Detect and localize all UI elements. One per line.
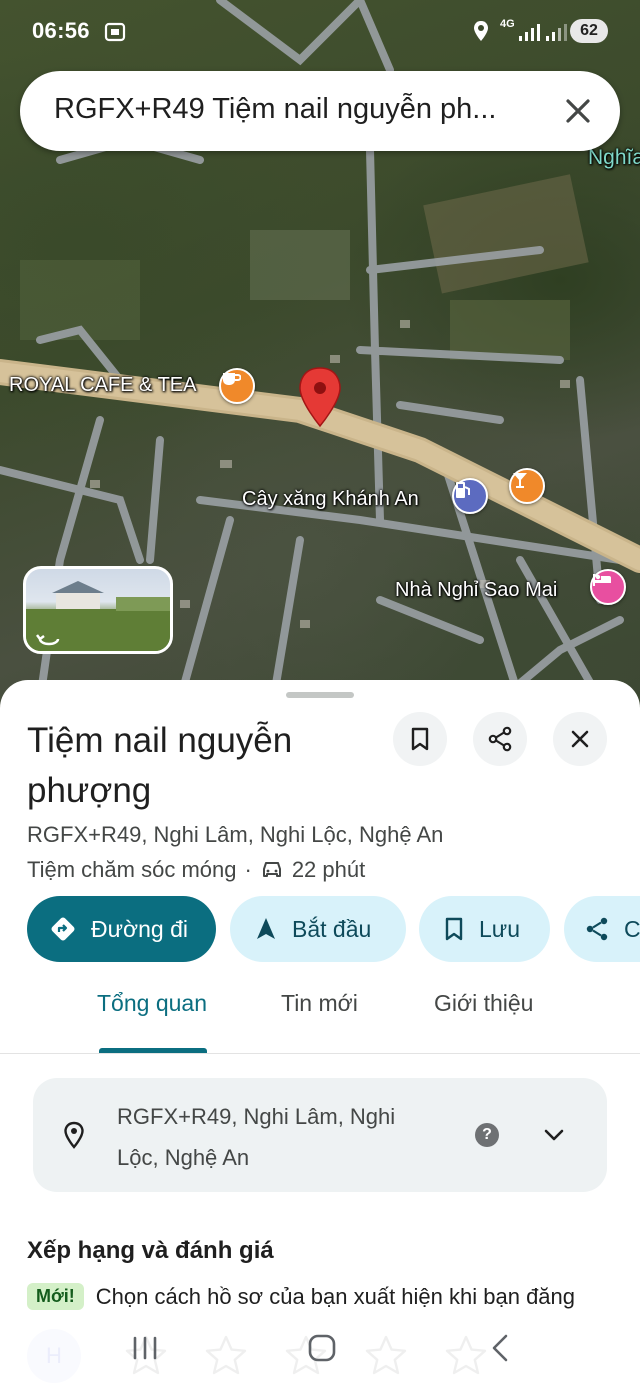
close-icon[interactable] — [560, 93, 596, 129]
screenshot-icon — [104, 22, 126, 42]
recent-apps-icon[interactable] — [125, 1328, 165, 1368]
share-button[interactable]: C — [564, 896, 640, 962]
search-query[interactable]: RGFX+R49 Tiệm nail nguyễn ph... — [54, 93, 554, 126]
status-bar: 06:56 4G 62 — [0, 0, 640, 62]
directions-button[interactable]: Đường đi — [27, 896, 216, 962]
directions-label: Đường đi — [91, 915, 188, 942]
bar-icon[interactable] — [509, 468, 545, 504]
place-title: Tiệm nail nguyễn phượng — [27, 721, 293, 810]
close-icon — [571, 730, 589, 748]
hotel-icon[interactable] — [590, 569, 626, 605]
battery-level: 62 — [580, 22, 598, 39]
ratings-heading: Xếp hạng và đánh giá — [27, 1237, 274, 1264]
place-category: Tiệm chăm sóc móng — [27, 857, 237, 882]
status-time: 06:56 — [32, 18, 90, 43]
signal-icon — [519, 24, 540, 41]
car-icon — [262, 862, 281, 877]
start-label: Bắt đầu — [292, 915, 372, 942]
search-bar[interactable]: RGFX+R49 Tiệm nail nguyễn ph... — [20, 71, 620, 151]
signal-icon — [546, 24, 567, 41]
bookmark-icon — [411, 727, 429, 751]
map-label-royal-cafe[interactable]: ROYAL CAFE & TEA — [9, 374, 196, 397]
home-icon[interactable] — [302, 1328, 342, 1368]
place-meta: Tiệm chăm sóc móng · 22 phút — [27, 857, 365, 883]
battery-icon: 62 — [570, 19, 608, 43]
tab-about[interactable]: Giới thiệu — [434, 990, 533, 1017]
tab-divider — [0, 1053, 640, 1054]
map-label-guesthouse[interactable]: Nhà Nghỉ Sao Mai — [395, 579, 557, 602]
cafe-icon[interactable] — [219, 368, 255, 404]
directions-icon — [51, 917, 75, 941]
place-address: RGFX+R49, Nghi Lâm, Nghi Lộc, Nghệ An — [27, 822, 444, 847]
map-label-corner[interactable]: Nghĩa — [588, 146, 640, 170]
map-label-gas-station[interactable]: Cây xăng Khánh An — [242, 488, 419, 511]
tab-updates[interactable]: Tin mới — [281, 990, 358, 1017]
bookmark-icon — [445, 917, 463, 941]
drive-time: 22 phút — [291, 857, 366, 882]
system-nav-bar — [0, 1310, 640, 1386]
sheet-drag-handle[interactable] — [286, 692, 354, 698]
help-icon[interactable]: ? — [475, 1123, 499, 1147]
navigation-arrow-icon — [257, 918, 275, 939]
share-label: C — [624, 915, 640, 942]
action-chips: Đường đi Bắt đầu Lưu C — [0, 896, 640, 964]
back-icon[interactable] — [482, 1328, 522, 1368]
location-icon — [474, 21, 488, 41]
share-header-button[interactable] — [473, 712, 527, 766]
new-feature-text: Chọn cách hồ sơ của bạn xuất hiện khi bạ… — [95, 1283, 576, 1309]
new-feature-row: Mới! Chọn cách hồ sơ của bạn xuất hiện k… — [27, 1283, 575, 1310]
address-card-text: RGFX+R49, Nghi Lâm, Nghi Lộc, Nghệ An — [117, 1104, 396, 1170]
start-button[interactable]: Bắt đầu — [230, 896, 406, 962]
network-type: 4G — [500, 18, 515, 30]
chevron-down-icon[interactable] — [541, 1125, 567, 1145]
tab-bar: Tổng quan Tin mới Giới thiệu — [0, 990, 640, 1054]
place-sheet: Tiệm nail nguyễn phượng RGFX+R49, Nghi L… — [0, 680, 640, 1386]
address-card[interactable]: RGFX+R49, Nghi Lâm, Nghi Lộc, Nghệ An ? — [33, 1078, 607, 1192]
meta-separator: · — [244, 857, 252, 882]
location-pin-icon — [64, 1121, 84, 1149]
save-button[interactable]: Lưu — [419, 896, 550, 962]
share-icon — [488, 726, 512, 752]
street-view-thumbnail[interactable] — [23, 566, 173, 654]
share-icon — [586, 917, 608, 941]
tab-overview[interactable]: Tổng quan — [97, 990, 207, 1017]
gas-station-icon[interactable] — [452, 478, 488, 514]
new-badge: Mới! — [27, 1283, 84, 1310]
save-label: Lưu — [479, 915, 520, 942]
close-sheet-button[interactable] — [553, 712, 607, 766]
save-header-button[interactable] — [393, 712, 447, 766]
